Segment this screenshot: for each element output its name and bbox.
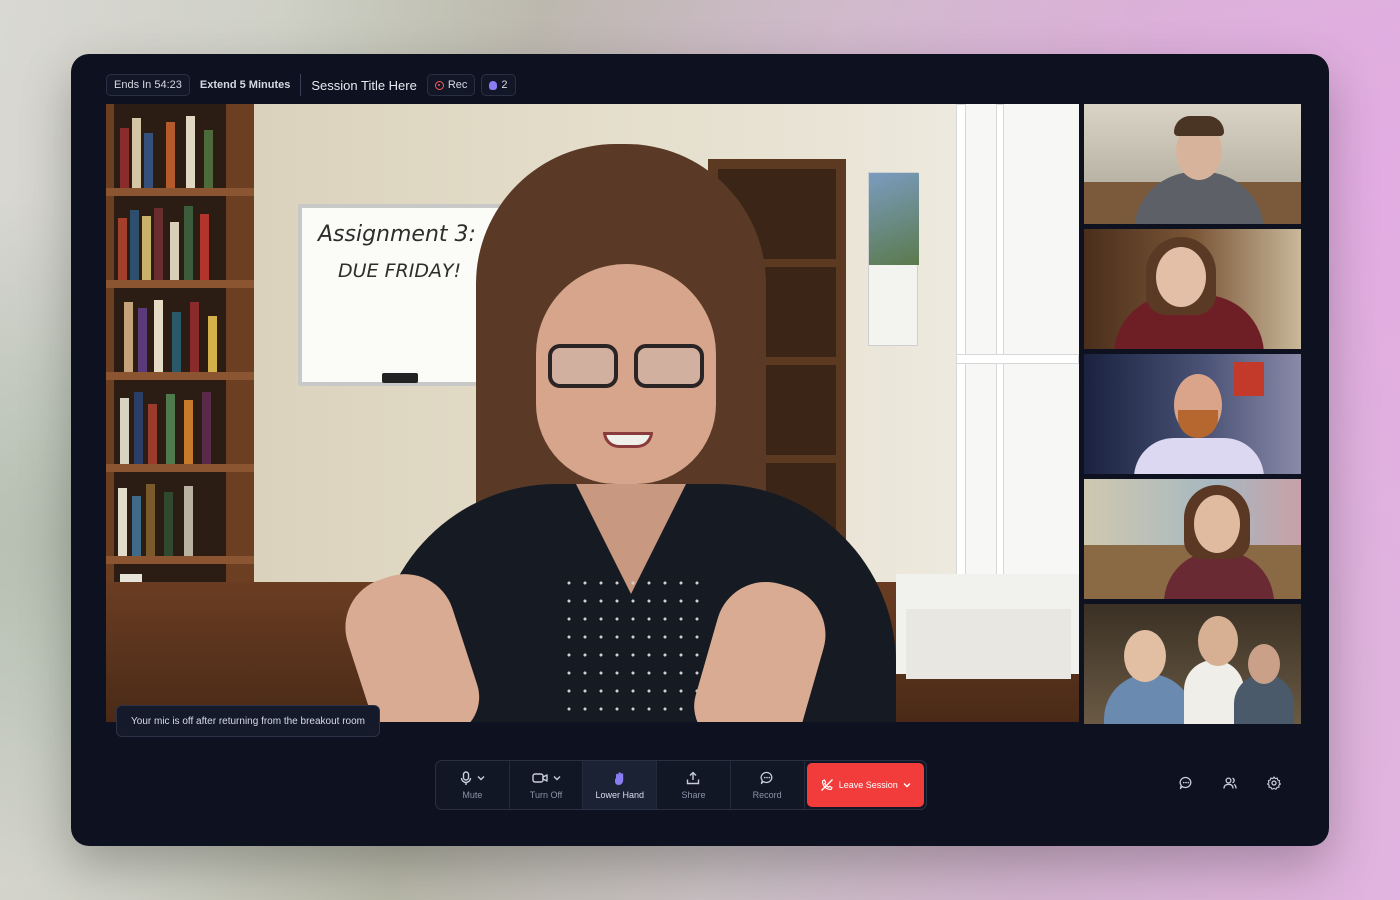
gear-icon[interactable]	[1267, 776, 1281, 790]
side-actions	[1179, 776, 1281, 790]
shelf	[114, 104, 226, 188]
shelf	[114, 380, 226, 464]
speaker-shirt-pattern	[561, 574, 701, 722]
camera-icon	[531, 773, 548, 783]
session-timer: Ends In 54:23	[106, 74, 190, 96]
chevron-down-icon[interactable]	[553, 775, 561, 781]
whiteboard-line-2: DUE FRIDAY!	[338, 260, 462, 282]
share-icon	[687, 771, 700, 785]
record-icon	[760, 771, 773, 785]
share-label: Share	[681, 790, 706, 800]
people-icon[interactable]	[1223, 776, 1237, 790]
chevron-down-icon[interactable]	[477, 775, 485, 781]
raised-hands-badge[interactable]: 2	[481, 74, 516, 96]
raised-hands-count: 2	[501, 79, 508, 91]
participant-tile-4[interactable]	[1084, 479, 1301, 599]
rec-icon	[434, 80, 444, 90]
call-controls: Mute Turn Off Lower Hand Share Record Le…	[435, 760, 927, 810]
wall-calendar	[868, 172, 919, 346]
recording-badge[interactable]: Rec	[426, 74, 476, 96]
session-title: Session Title Here	[311, 77, 417, 93]
phone-off-icon	[820, 779, 833, 791]
main-speaker-video[interactable]: Assignment 3: DUE FRIDAY!	[106, 104, 1079, 722]
participant-tile-3[interactable]	[1084, 354, 1301, 474]
bookcase	[106, 104, 254, 664]
session-timer-label: Ends In 54:23	[114, 79, 182, 91]
meeting-window: Ends In 54:23 Extend 5 Minutes Session T…	[71, 54, 1329, 846]
toast-message: Your mic is off after returning from the…	[131, 715, 365, 727]
shelf	[114, 196, 226, 280]
paper-stack	[906, 609, 1071, 679]
camera-button[interactable]: Turn Off	[510, 761, 584, 809]
participant-tile-2[interactable]	[1084, 229, 1301, 349]
speaker-glasses	[548, 344, 708, 388]
record-button[interactable]: Record	[731, 761, 805, 809]
marker-tray	[382, 373, 418, 383]
chat-icon[interactable]	[1179, 776, 1193, 790]
hand-icon	[489, 80, 498, 90]
whiteboard-line-1: Assignment 3:	[318, 222, 476, 247]
mic-off-toast: Your mic is off after returning from the…	[116, 705, 380, 737]
leave-session-button[interactable]: Leave Session	[806, 763, 925, 807]
participant-tile-1[interactable]	[1084, 104, 1301, 224]
session-topbar: Ends In 54:23 Extend 5 Minutes Session T…	[106, 74, 516, 96]
shelf	[114, 288, 226, 372]
chevron-down-icon[interactable]	[903, 782, 911, 788]
topbar-divider	[300, 74, 302, 96]
mic-icon	[460, 770, 472, 785]
hand-icon	[614, 771, 623, 785]
mute-label: Mute	[462, 790, 483, 800]
lower-hand-label: Lower Hand	[595, 790, 645, 800]
mute-button[interactable]: Mute	[436, 761, 510, 809]
participant-tile-5[interactable]	[1084, 604, 1301, 724]
recording-label: Rec	[447, 79, 468, 91]
leave-session-label: Leave Session	[838, 780, 898, 790]
shelf	[114, 472, 226, 556]
camera-label: Turn Off	[529, 790, 563, 800]
record-label: Record	[752, 790, 782, 800]
share-button[interactable]: Share	[657, 761, 731, 809]
lower-hand-button[interactable]: Lower Hand	[583, 761, 658, 809]
extend-button[interactable]: Extend 5 Minutes	[196, 79, 294, 91]
